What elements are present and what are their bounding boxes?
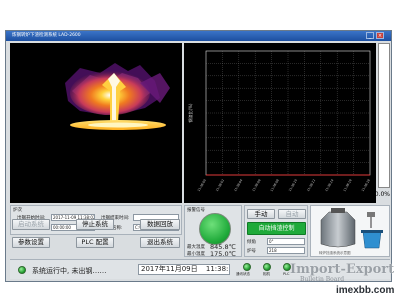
manual-button[interactable]: 手动 [247, 209, 275, 219]
thermal-image [65, 63, 170, 130]
x-tick-label: 11:38:00 [197, 178, 207, 192]
status-time: 11:38:10 [205, 265, 229, 273]
exit-system-button[interactable]: 退出系统 [140, 237, 180, 248]
max-temp-label: 最大温度 [187, 245, 205, 250]
comm-status-led [243, 263, 251, 271]
alarm-panel: 报警信号 最大温度 845.8℃ 最小温度 175.0℃ [184, 205, 242, 258]
info-title: 炉次 [13, 208, 22, 213]
slag-trend-chart: 11:38:00 11:38:02 11:38:04 11:38:06 11:38:08… [184, 43, 376, 203]
comm-status-label: 通讯状态 [236, 272, 250, 276]
watermark-site: imexbb.com [336, 285, 395, 296]
slag-ratio-gauge: 0.0% [375, 43, 390, 203]
param-settings-button[interactable]: 参数设置 [12, 237, 50, 248]
start-system-button[interactable]: 启动系统 [12, 219, 50, 230]
x-tick-label: 11:38:12 [306, 178, 316, 192]
tilt-field: 0° [267, 238, 305, 245]
camera-led-label: 相机 [263, 272, 270, 276]
gauge-value: 0.0% [374, 191, 390, 198]
heat-no-field: 218 [267, 247, 305, 254]
x-tick-label: 11:38:10 [288, 178, 298, 192]
plc-config-button[interactable]: PLC 配置 [76, 237, 114, 248]
watermark-brand: Import-Export [290, 262, 395, 277]
close-icon[interactable]: × [376, 32, 384, 39]
x-tick-label: 11:38:08 [270, 178, 280, 192]
gauge-bar [378, 43, 390, 188]
x-tick-label: 11:38:06 [251, 178, 261, 192]
alarm-title: 报警信号 [187, 208, 205, 213]
diagram-caption: 转炉挡渣系统示意图 [319, 251, 351, 255]
alarm-light [199, 213, 231, 245]
x-tick-label: 11:38:04 [233, 178, 243, 192]
plc-led-label: PLC [283, 272, 290, 276]
status-message: 系统运行中, 未出钢…… [32, 267, 107, 275]
chart-plot: 11:38:00 11:38:02 11:38:04 11:38:06 11:38:08… [187, 50, 371, 192]
tilt-label: 倾角 [247, 240, 256, 245]
thermal-camera-view [10, 43, 182, 203]
datetime-field: 2017年11月09日 11:38:10 [138, 264, 230, 275]
app-window: 炼钢转炉下渣检测系统 LAD-2600 _ × 11:38:00 11:38:0… [5, 30, 392, 282]
min-temp-label: 最小温度 [187, 252, 205, 257]
auto-slag-stop-button[interactable]: 自动挡渣控制 [247, 222, 306, 235]
min-temp-value: 175.0℃ [210, 250, 236, 258]
minimize-icon[interactable]: _ [366, 32, 374, 39]
data-playback-button[interactable]: 数据回放 [140, 219, 180, 230]
stop-system-button[interactable]: 停止系统 [76, 219, 114, 230]
watermark-sub: Bulletin Board [300, 276, 345, 283]
page: 炼钢转炉下渣检测系统 LAD-2600 _ × 11:38:00 11:38:0… [0, 0, 397, 301]
heat-no-label: 炉号 [247, 249, 256, 254]
converter-diagram: 转炉挡渣系统示意图 [310, 205, 390, 257]
auto-button[interactable]: 自动 [278, 209, 306, 219]
status-led-icon [18, 266, 26, 274]
title-bar: 炼钢转炉下渣检测系统 LAD-2600 _ × [6, 31, 391, 41]
x-tick-label: 11:38:02 [215, 178, 225, 192]
y-axis-label: 钢渣比(%) [187, 103, 193, 122]
control-panel: 手动 自动 自动挡渣控制 倾角 0° 炉号 218 [244, 205, 308, 257]
camera-led [263, 263, 271, 271]
x-tick-label: 11:38:16 [342, 178, 352, 192]
status-date: 2017年11月09日 [141, 265, 198, 273]
window-title: 炼钢转炉下渣检测系统 LAD-2600 [12, 33, 81, 38]
x-tick-label: 11:38:14 [324, 178, 334, 192]
